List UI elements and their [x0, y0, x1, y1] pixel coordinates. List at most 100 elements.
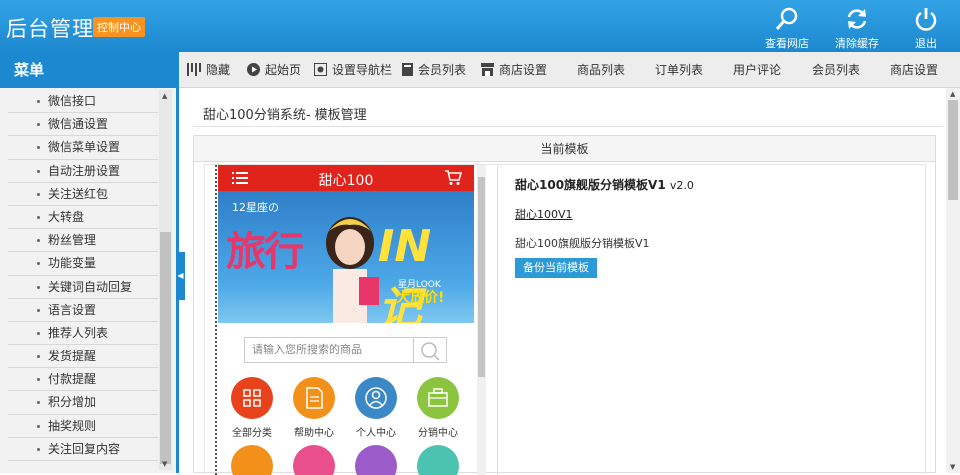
sidebar-item[interactable]: 自动注册设置 [8, 160, 158, 183]
preview-banner: 12星座の 旅行 IN记 星月LOOK 大放价! [218, 191, 474, 323]
sidebar-item[interactable]: 语言设置 [8, 299, 158, 322]
category-all[interactable]: 全部分类 [222, 377, 282, 439]
book-icon [402, 63, 413, 76]
bag-icon [355, 445, 397, 475]
briefcase-icon [417, 377, 459, 419]
preview-scroll-thumb[interactable] [478, 177, 485, 377]
grid-icon [231, 377, 273, 419]
sidebar-item[interactable]: 大转盘 [8, 206, 158, 230]
category-item[interactable] [346, 445, 406, 475]
panel-title: 当前模板 [194, 136, 935, 162]
category-label: 个人中心 [356, 428, 396, 439]
nav-members-2[interactable]: 会员列表 [812, 52, 860, 88]
banner-sale-text: 大放价! [396, 290, 445, 306]
sidebar-item[interactable]: 微信菜单设置 [8, 136, 158, 160]
pen-icon [231, 445, 273, 475]
nav-products[interactable]: 商品列表 [577, 52, 625, 88]
sidebar-item[interactable]: 粉丝管理 [8, 229, 158, 253]
nav-label: 起始页 [265, 63, 302, 77]
app-title: 后台管理 [6, 17, 94, 41]
scroll-up-arrow-icon[interactable]: ▲ [162, 92, 167, 100]
nav-label: 会员列表 [418, 63, 467, 77]
sidebar-item[interactable]: 微信接口 [8, 90, 158, 114]
top-header: 后台管理 控制中心 查看网店 清除缓存 退出 [0, 0, 960, 52]
tag-icon [293, 445, 335, 475]
page-title: 甜心100分销系统- 模板管理 [203, 108, 367, 123]
template-name: 甜心100旗舰版分销模板V1 v2.0 [515, 176, 694, 193]
preview-search-button[interactable] [414, 337, 447, 363]
bars-icon [187, 63, 201, 76]
main-scrollbar[interactable]: ▲ ▼ [946, 88, 960, 473]
scroll-up-arrow-icon[interactable]: ▲ [950, 90, 955, 98]
sidebar-item[interactable]: 关注回复内容 [8, 438, 158, 461]
logout-label: 退出 [915, 37, 937, 50]
nav-settings[interactable]: 设置导航栏 [314, 52, 392, 88]
banner-right-text: IN记 [378, 221, 432, 323]
nav-reviews[interactable]: 用户评论 [733, 52, 781, 88]
clear-cache-label: 清除缓存 [835, 37, 879, 50]
sidebar-item[interactable]: 关键词自动回复 [8, 276, 158, 299]
nav-label: 商品列表 [577, 63, 626, 77]
preview-search-input[interactable]: 请输入您所搜索的商品 [244, 337, 414, 363]
category-item[interactable] [222, 445, 282, 475]
category-label: 帮助中心 [294, 428, 334, 439]
main-scroll-thumb[interactable] [948, 100, 958, 200]
category-profile[interactable]: 个人中心 [346, 377, 406, 439]
nav-shop-settings-2[interactable]: 商店设置 [890, 52, 938, 88]
chat-icon [417, 445, 459, 475]
top-nav: 隐藏 起始页 设置导航栏 会员列表 商店设置 商品列表 订单列表 用户评论 会员… [179, 52, 960, 88]
category-item[interactable] [284, 445, 344, 475]
scroll-down-arrow-icon[interactable]: ▼ [950, 463, 955, 471]
preview-brand: 甜心100 [318, 173, 374, 189]
nav-label: 用户评论 [733, 63, 782, 77]
category-distribution[interactable]: 分销中心 [408, 377, 468, 439]
preview-scrollbar[interactable] [477, 165, 486, 475]
view-shop-button[interactable]: 查看网店 [757, 4, 817, 50]
nav-shop-settings[interactable]: 商店设置 [481, 52, 547, 88]
search-icon [421, 342, 440, 361]
clear-cache-button[interactable]: 清除缓存 [827, 4, 887, 50]
nav-home[interactable]: 起始页 [247, 52, 301, 88]
sidebar-item[interactable]: 关注送红包 [8, 183, 158, 206]
nav-label: 商店设置 [890, 63, 939, 77]
logout-button[interactable]: 退出 [896, 4, 956, 50]
nav-hide[interactable]: 隐藏 [187, 52, 230, 88]
template-code-link[interactable]: 甜心100V1 [515, 206, 573, 222]
template-version: v2.0 [669, 179, 694, 192]
control-center-badge: 控制中心 [93, 17, 145, 37]
category-help[interactable]: 帮助中心 [284, 377, 344, 439]
backup-template-button[interactable]: 备份当前模板 [515, 258, 597, 278]
template-preview[interactable]: 甜心100 12星座の 旅行 IN记 星月LOOK 大放价! 请输入您所搜索的商… [215, 165, 498, 475]
view-shop-label: 查看网店 [765, 37, 809, 50]
nav-orders[interactable]: 订单列表 [655, 52, 703, 88]
template-description: 甜心100旗舰版分销模板V1 [515, 237, 650, 250]
sidebar-item[interactable]: 抽奖规则 [8, 415, 158, 438]
cart-icon [445, 170, 462, 185]
search-icon [775, 7, 798, 30]
sidebar-item[interactable]: 发货提醒 [8, 345, 158, 369]
divider [193, 126, 943, 127]
scroll-down-arrow-icon[interactable]: ▼ [162, 460, 167, 468]
banner-top-text: 12星座の [232, 201, 279, 214]
sidebar-item[interactable]: 功能变量 [8, 252, 158, 276]
sidebar-item[interactable]: 推荐人列表 [8, 322, 158, 346]
sidebar-scrollbar[interactable]: ▲ ▼ [159, 90, 172, 470]
main-content: 甜心100分销系统- 模板管理 当前模板 甜心100 12星座の 旅行 IN记 … [179, 88, 946, 475]
template-name-text: 甜心100旗舰版分销模板V1 [515, 178, 666, 192]
power-icon [915, 8, 937, 31]
banner-main-text: 旅行 [226, 228, 304, 275]
document-icon [293, 377, 335, 419]
sidebar-item[interactable]: 微信通设置 [8, 113, 158, 137]
sidebar-item[interactable]: 积分增加 [8, 391, 158, 415]
preview-header: 甜心100 [218, 165, 474, 191]
nav-label: 会员列表 [812, 63, 861, 77]
sidebar-title: 菜单 [0, 52, 178, 88]
nav-label: 商店设置 [499, 63, 548, 77]
sidebar-scroll-thumb[interactable] [160, 232, 171, 464]
preview-viewport: 甜心100 12星座の 旅行 IN记 星月LOOK 大放价! 请输入您所搜索的商… [218, 165, 474, 475]
nav-members[interactable]: 会员列表 [402, 52, 466, 88]
sidebar-item[interactable]: 付款提醒 [8, 368, 158, 392]
user-icon [355, 377, 397, 419]
play-icon [247, 63, 260, 76]
category-item[interactable] [408, 445, 468, 475]
